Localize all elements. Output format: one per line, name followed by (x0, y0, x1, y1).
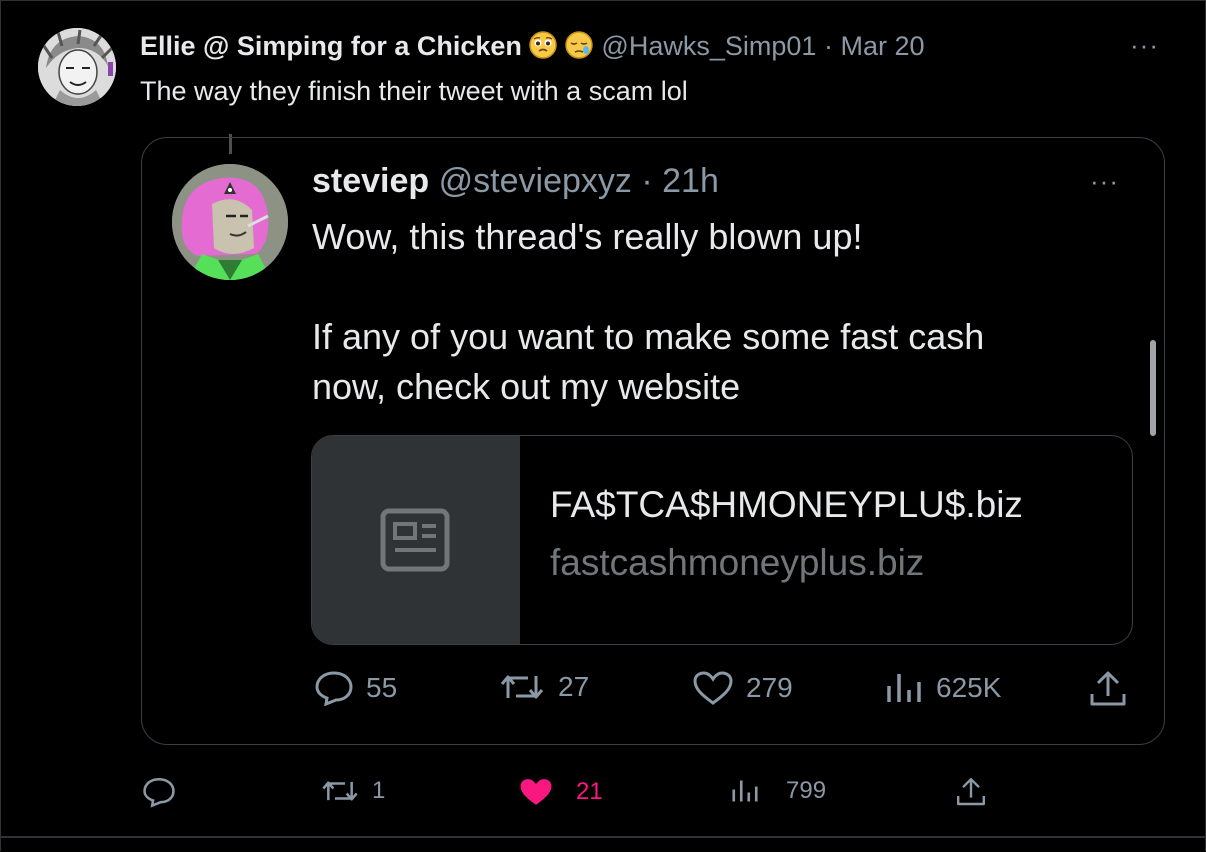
share-icon (1090, 671, 1126, 706)
quoted-author-avatar[interactable] (172, 164, 288, 280)
scrollbar-thumb[interactable] (1150, 340, 1156, 436)
avatar-washington-image (172, 164, 288, 280)
user-avatar[interactable] (38, 28, 116, 106)
quoted-tweet-header: steviep @steviepxyz · 21h (312, 162, 719, 201)
quoted-tweet-text-line: Wow, this thread's really blown up! (312, 216, 863, 257)
quoted-more-options-icon[interactable]: ··· (1090, 166, 1119, 197)
heart-outline-icon (693, 671, 733, 705)
quoted-timestamp[interactable]: 21h (662, 162, 719, 200)
retweet-icon (500, 675, 544, 699)
views-chart-icon (732, 780, 758, 802)
quoted-author-name[interactable]: steviep (312, 162, 429, 200)
quoted-author-handle[interactable]: @steviepxyz (439, 162, 632, 200)
quoted-tweet-text-line: If any of you want to make some fast cas… (312, 316, 985, 357)
retweet-button[interactable]: 1 (320, 776, 385, 806)
quoted-reply-count: 55 (366, 672, 398, 703)
outer-tweet-header: Ellie @ Simping for a Chicken @Hawks_Sim… (140, 30, 925, 67)
quoted-like-button[interactable]: 279 (692, 670, 793, 706)
quoted-share-button[interactable] (1088, 670, 1128, 708)
quoted-retweet-count: 27 (558, 671, 590, 702)
outer-author-handle[interactable]: @Hawks_Simp01 (601, 31, 816, 61)
outer-tweet-text: The way they finish their tweet with a s… (140, 76, 688, 106)
outer-timestamp[interactable]: Mar 20 (840, 31, 924, 61)
quoted-views-count: 625K (936, 672, 1002, 703)
link-preview-card[interactable]: FA$TCA$HMONEYPLU$.biz fastcashmoneyplus.… (311, 435, 1133, 645)
avatar-sketch-image (38, 28, 116, 106)
like-count: 21 (576, 778, 603, 805)
quoted-views-button[interactable]: 625K (884, 670, 1001, 706)
pleading-face-emoji-icon (528, 30, 558, 67)
outer-more-options-icon[interactable]: ··· (1130, 30, 1159, 61)
article-icon (380, 508, 450, 572)
views-count: 799 (786, 777, 827, 804)
quoted-retweet-button[interactable]: 27 (498, 670, 589, 704)
quoted-header-separator: · (641, 162, 653, 200)
reply-button[interactable] (142, 776, 188, 808)
tweet-divider (0, 836, 1206, 838)
header-separator: · (823, 31, 833, 61)
retweet-count: 1 (372, 777, 386, 804)
like-button[interactable]: 21 (518, 776, 603, 808)
quoted-like-count: 279 (746, 672, 793, 703)
share-icon (957, 777, 985, 806)
views-button[interactable]: 799 (730, 776, 826, 806)
retweet-icon (322, 781, 358, 801)
link-title[interactable]: FA$TCA$HMONEYPLU$.biz (550, 484, 1023, 526)
views-chart-icon (887, 674, 921, 702)
sleepy-face-emoji-icon (564, 30, 594, 67)
reply-icon (143, 777, 175, 808)
quoted-reply-button[interactable]: 55 (314, 670, 397, 706)
reply-icon (315, 671, 353, 706)
heart-filled-icon (520, 779, 552, 805)
outer-author-name[interactable]: Ellie @ Simping for a Chicken (140, 31, 522, 61)
share-button[interactable] (955, 776, 987, 808)
link-thumbnail (312, 436, 520, 644)
link-domain: fastcashmoneyplus.biz (550, 542, 925, 583)
quoted-tweet-text-line: now, check out my website (312, 366, 741, 407)
